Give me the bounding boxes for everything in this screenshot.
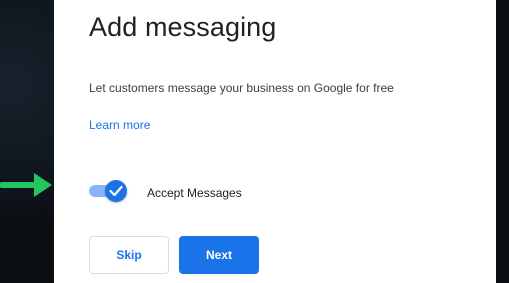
- skip-button[interactable]: Skip: [89, 236, 169, 274]
- toggle-knob: [105, 180, 127, 202]
- dark-background-right: [496, 0, 509, 283]
- next-button-label: Next: [205, 248, 232, 262]
- next-button[interactable]: Next: [179, 236, 259, 274]
- description-text: Let customers message your business on G…: [89, 81, 394, 95]
- dark-background-left: [0, 0, 54, 283]
- accept-messages-label: Accept Messages: [147, 186, 242, 200]
- skip-button-label: Skip: [116, 248, 142, 262]
- accept-messages-toggle[interactable]: [89, 180, 127, 202]
- arrow-right-icon: [0, 173, 52, 197]
- check-icon: [109, 185, 123, 197]
- add-messaging-dialog: Add messaging Let customers message your…: [54, 0, 496, 283]
- learn-more-link[interactable]: Learn more: [89, 118, 150, 132]
- page-title: Add messaging: [89, 12, 277, 42]
